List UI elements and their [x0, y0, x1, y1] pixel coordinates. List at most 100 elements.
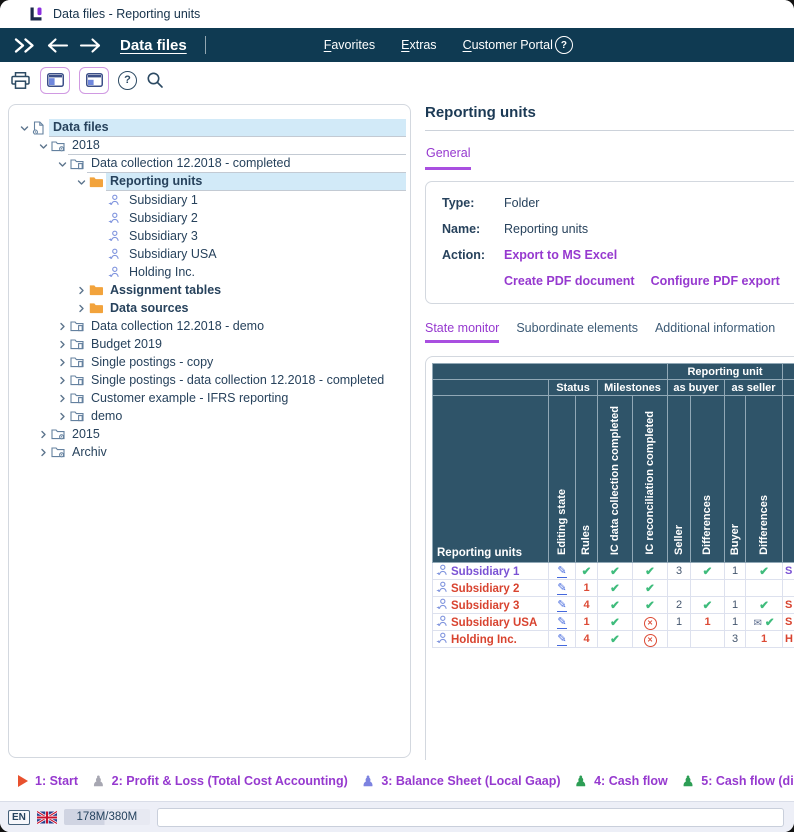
chevron-right-icon[interactable] — [55, 322, 70, 331]
reporting-unit-link[interactable]: Subsidiary 3 — [433, 597, 549, 614]
toolbar-help-icon[interactable]: ? — [118, 71, 137, 90]
column-group-milestones: Milestones — [598, 380, 668, 396]
folder-doc-icon — [70, 374, 87, 386]
language-badge[interactable]: EN — [8, 810, 30, 825]
tree-item-data-collection-12-2018-demo[interactable]: Data collection 12.2018 - demo — [11, 317, 410, 335]
configure-pdf-link[interactable]: Configure PDF export — [651, 274, 780, 288]
tree-item-single-postings-data-collection-12-2018-completed[interactable]: Single postings - data collection 12.201… — [11, 371, 410, 389]
chevron-down-icon[interactable] — [17, 124, 32, 133]
state-cell[interactable]: ✎ — [549, 597, 576, 614]
pawn-icon: ♟ — [682, 774, 695, 788]
edit-pencil-icon[interactable]: ✎ — [557, 600, 566, 612]
toggle-left-pane-button[interactable] — [40, 67, 70, 94]
state-monitor-table: Reporting unitStatusMilestonesas buyeras… — [432, 363, 794, 648]
detail-title: Reporting units — [425, 104, 794, 131]
collapse-menu-icon[interactable] — [12, 37, 36, 54]
tree-item-reporting-units[interactable]: Reporting units — [11, 173, 410, 191]
tree-item-2018[interactable]: 2018 — [11, 137, 410, 155]
tree-item-budget-2019[interactable]: Budget 2019 — [11, 335, 410, 353]
chevron-right-icon[interactable] — [74, 304, 89, 313]
chevron-right-icon[interactable] — [55, 412, 70, 421]
chevron-right-icon[interactable] — [55, 340, 70, 349]
nav-help-icon[interactable]: ? — [555, 36, 573, 54]
tab-subordinate-elements[interactable]: Subordinate elements — [516, 321, 638, 343]
window-title: Data files - Reporting units — [53, 7, 200, 21]
reporting-unit-link[interactable]: Subsidiary 1 — [433, 563, 549, 580]
count: 3 — [732, 633, 738, 645]
tree-item-subsidiary-3[interactable]: Subsidiary 3 — [11, 227, 410, 245]
tree-item-archiv[interactable]: Archiv — [11, 443, 410, 461]
state-cell[interactable]: ✎ — [549, 614, 576, 631]
reporting-unit-link[interactable]: Holding Inc. — [433, 631, 549, 648]
main-area: Data files2018Data collection 12.2018 - … — [0, 98, 794, 760]
check-icon: ✔ — [610, 634, 620, 646]
play-icon — [18, 775, 28, 787]
chevron-right-icon[interactable] — [55, 376, 70, 385]
toggle-right-pane-button[interactable] — [79, 67, 109, 94]
state-cell — [725, 580, 746, 597]
tree-item-data-sources[interactable]: Data sources — [11, 299, 410, 317]
chevron-down-icon[interactable] — [36, 142, 51, 151]
reporting-unit-link[interactable]: Subsidiary 2 — [433, 580, 549, 597]
tree-item-data-collection-12-2018-completed[interactable]: Data collection 12.2018 - completed — [11, 155, 410, 173]
print-icon[interactable] — [10, 71, 31, 90]
column-header-rules: Rules — [576, 396, 598, 563]
nav-menu-item-customer-portal[interactable]: Customer Portal — [463, 38, 553, 52]
search-icon[interactable] — [146, 71, 164, 89]
edit-pencil-icon[interactable]: ✎ — [557, 634, 566, 646]
tab-additional-information[interactable]: Additional information — [655, 321, 775, 343]
state-cell: H — [783, 631, 794, 648]
column-header-ic-data-collection-completed: IC data collection completed — [598, 396, 633, 563]
tree-item-subsidiary-usa[interactable]: Subsidiary USA — [11, 245, 410, 263]
state-cell[interactable]: ✎ — [549, 580, 576, 597]
clipped-text: S — [785, 599, 792, 611]
chevron-right-icon[interactable] — [55, 394, 70, 403]
tree-item-subsidiary-2[interactable]: Subsidiary 2 — [11, 209, 410, 227]
workbook-link-2-profit-loss-total-cost-accounting[interactable]: ♟2: Profit & Loss (Total Cost Accounting… — [92, 774, 348, 788]
chevron-right-icon[interactable] — [36, 448, 51, 457]
tab-general[interactable]: General — [425, 146, 471, 170]
reporting-unit-link[interactable]: Subsidiary USA — [433, 614, 549, 631]
tree-item-single-postings-copy[interactable]: Single postings - copy — [11, 353, 410, 371]
tree-item-customer-example-ifrs-reporting[interactable]: Customer example - IFRS reporting — [11, 389, 410, 407]
chevron-down-icon[interactable] — [74, 178, 89, 187]
edit-pencil-icon[interactable]: ✎ — [557, 583, 566, 595]
edit-pencil-icon[interactable]: ✎ — [557, 617, 566, 629]
cross-circle-icon: ✕ — [644, 634, 657, 647]
workbook-link-3-balance-sheet-local-gaap[interactable]: ♟3: Balance Sheet (Local Gaap) — [362, 774, 561, 788]
state-cell: ✔ — [691, 563, 725, 580]
state-cell[interactable]: ✎ — [549, 563, 576, 580]
folder-orange-icon — [89, 302, 106, 314]
tree-item-holding-inc[interactable]: Holding Inc. — [11, 263, 410, 281]
state-cell[interactable]: ✎ — [549, 631, 576, 648]
export-excel-link[interactable]: Export to MS Excel — [504, 248, 794, 262]
chevron-right-icon[interactable] — [36, 430, 51, 439]
memory-indicator[interactable]: 178M/380M — [64, 809, 150, 825]
tree-item-label: Subsidiary USA — [125, 246, 406, 263]
chevron-right-icon[interactable] — [55, 358, 70, 367]
back-arrow-icon[interactable] — [46, 38, 69, 53]
chevron-down-icon[interactable] — [55, 160, 70, 169]
tree-item-2015[interactable]: 2015 — [11, 425, 410, 443]
tree-item-subsidiary-1[interactable]: Subsidiary 1 — [11, 191, 410, 209]
edit-pencil-icon[interactable]: ✎ — [557, 566, 566, 578]
tree-item-label: Assignment tables — [106, 282, 406, 299]
tree-item-demo[interactable]: demo — [11, 407, 410, 425]
state-cell: 4 — [576, 597, 598, 614]
workbook-link-1-start[interactable]: 1: Start — [18, 774, 78, 788]
chevron-right-icon[interactable] — [74, 286, 89, 295]
status-message-field[interactable] — [157, 808, 784, 827]
tree-item-assignment-tables[interactable]: Assignment tables — [11, 281, 410, 299]
uk-flag-icon[interactable] — [37, 811, 57, 824]
workbook-link-4-cash-flow[interactable]: ♟4: Cash flow — [575, 774, 668, 788]
nav-current-module[interactable]: Data files — [120, 37, 187, 54]
workbook-link-5-cash-flow-direct-method[interactable]: ♟5: Cash flow (direct method) — [682, 774, 794, 788]
nav-menu-item-favorites[interactable]: Favorites — [324, 38, 375, 52]
tree-item-data-files[interactable]: Data files — [11, 119, 410, 137]
nav-menu-item-extras[interactable]: Extras — [401, 38, 436, 52]
envelope-icon[interactable]: ✉ — [754, 618, 762, 629]
forward-arrow-icon[interactable] — [79, 38, 102, 53]
tab-state-monitor[interactable]: State monitor — [425, 321, 499, 343]
tree-item-label: 2015 — [68, 426, 406, 443]
create-pdf-link[interactable]: Create PDF document — [504, 274, 635, 288]
